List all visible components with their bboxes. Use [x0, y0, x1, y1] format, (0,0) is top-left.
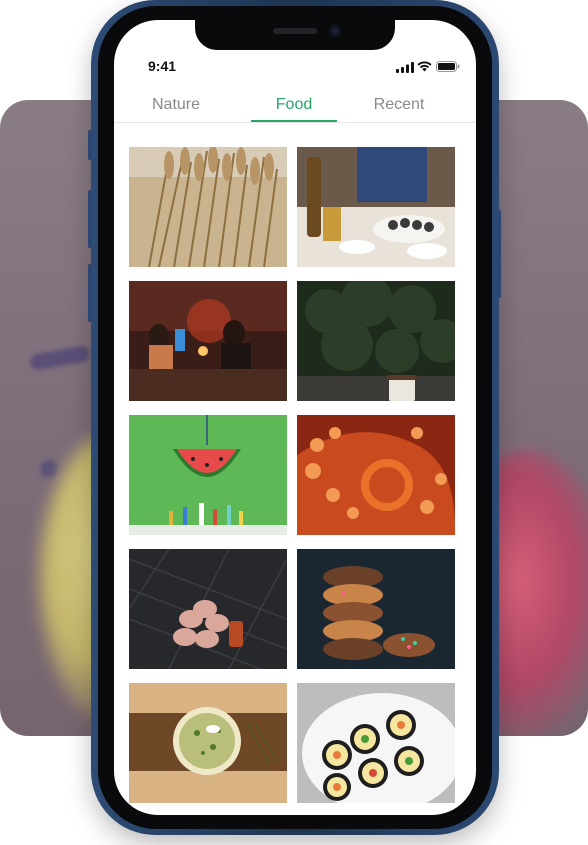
- front-camera: [329, 25, 341, 37]
- photo-octopus-tentacles[interactable]: [297, 415, 455, 535]
- status-time: 9:41: [148, 58, 177, 74]
- wifi-icon: [417, 61, 432, 72]
- volume-down-button: [88, 264, 92, 322]
- active-tab-indicator: [251, 120, 337, 122]
- category-tabs: Nature Food Recent: [114, 94, 476, 123]
- background-leaf: [29, 344, 91, 372]
- photo-coffee-cup-bushes[interactable]: [297, 281, 455, 401]
- photo-sushi-dinner[interactable]: [297, 147, 455, 267]
- phone-screen: 9:41 Nature Food Recent: [114, 20, 476, 815]
- photo-donut-stack[interactable]: [297, 549, 455, 669]
- speaker-grille: [273, 28, 317, 34]
- photo-watermelon-pinata[interactable]: [129, 415, 287, 535]
- stage: 9:41 Nature Food Recent: [0, 0, 588, 845]
- power-button: [497, 210, 501, 298]
- tab-nature[interactable]: Nature: [134, 96, 218, 114]
- background-leaf-dot: [40, 460, 58, 478]
- photo-sushi-rolls-plate[interactable]: [297, 683, 455, 803]
- photo-restaurant-evening[interactable]: [129, 281, 287, 401]
- tab-recent[interactable]: Recent: [358, 96, 440, 114]
- photo-wheat-bundle[interactable]: [129, 147, 287, 267]
- notch: [195, 20, 395, 50]
- photo-sausage-slices-grill[interactable]: [129, 549, 287, 669]
- tab-food[interactable]: Food: [251, 96, 337, 114]
- photo-soup-bowl-board[interactable]: [129, 683, 287, 803]
- battery-icon: [436, 61, 460, 72]
- status-bar: 9:41: [114, 58, 476, 78]
- mute-switch: [88, 130, 92, 160]
- signal-icon: [396, 62, 414, 73]
- volume-up-button: [88, 190, 92, 248]
